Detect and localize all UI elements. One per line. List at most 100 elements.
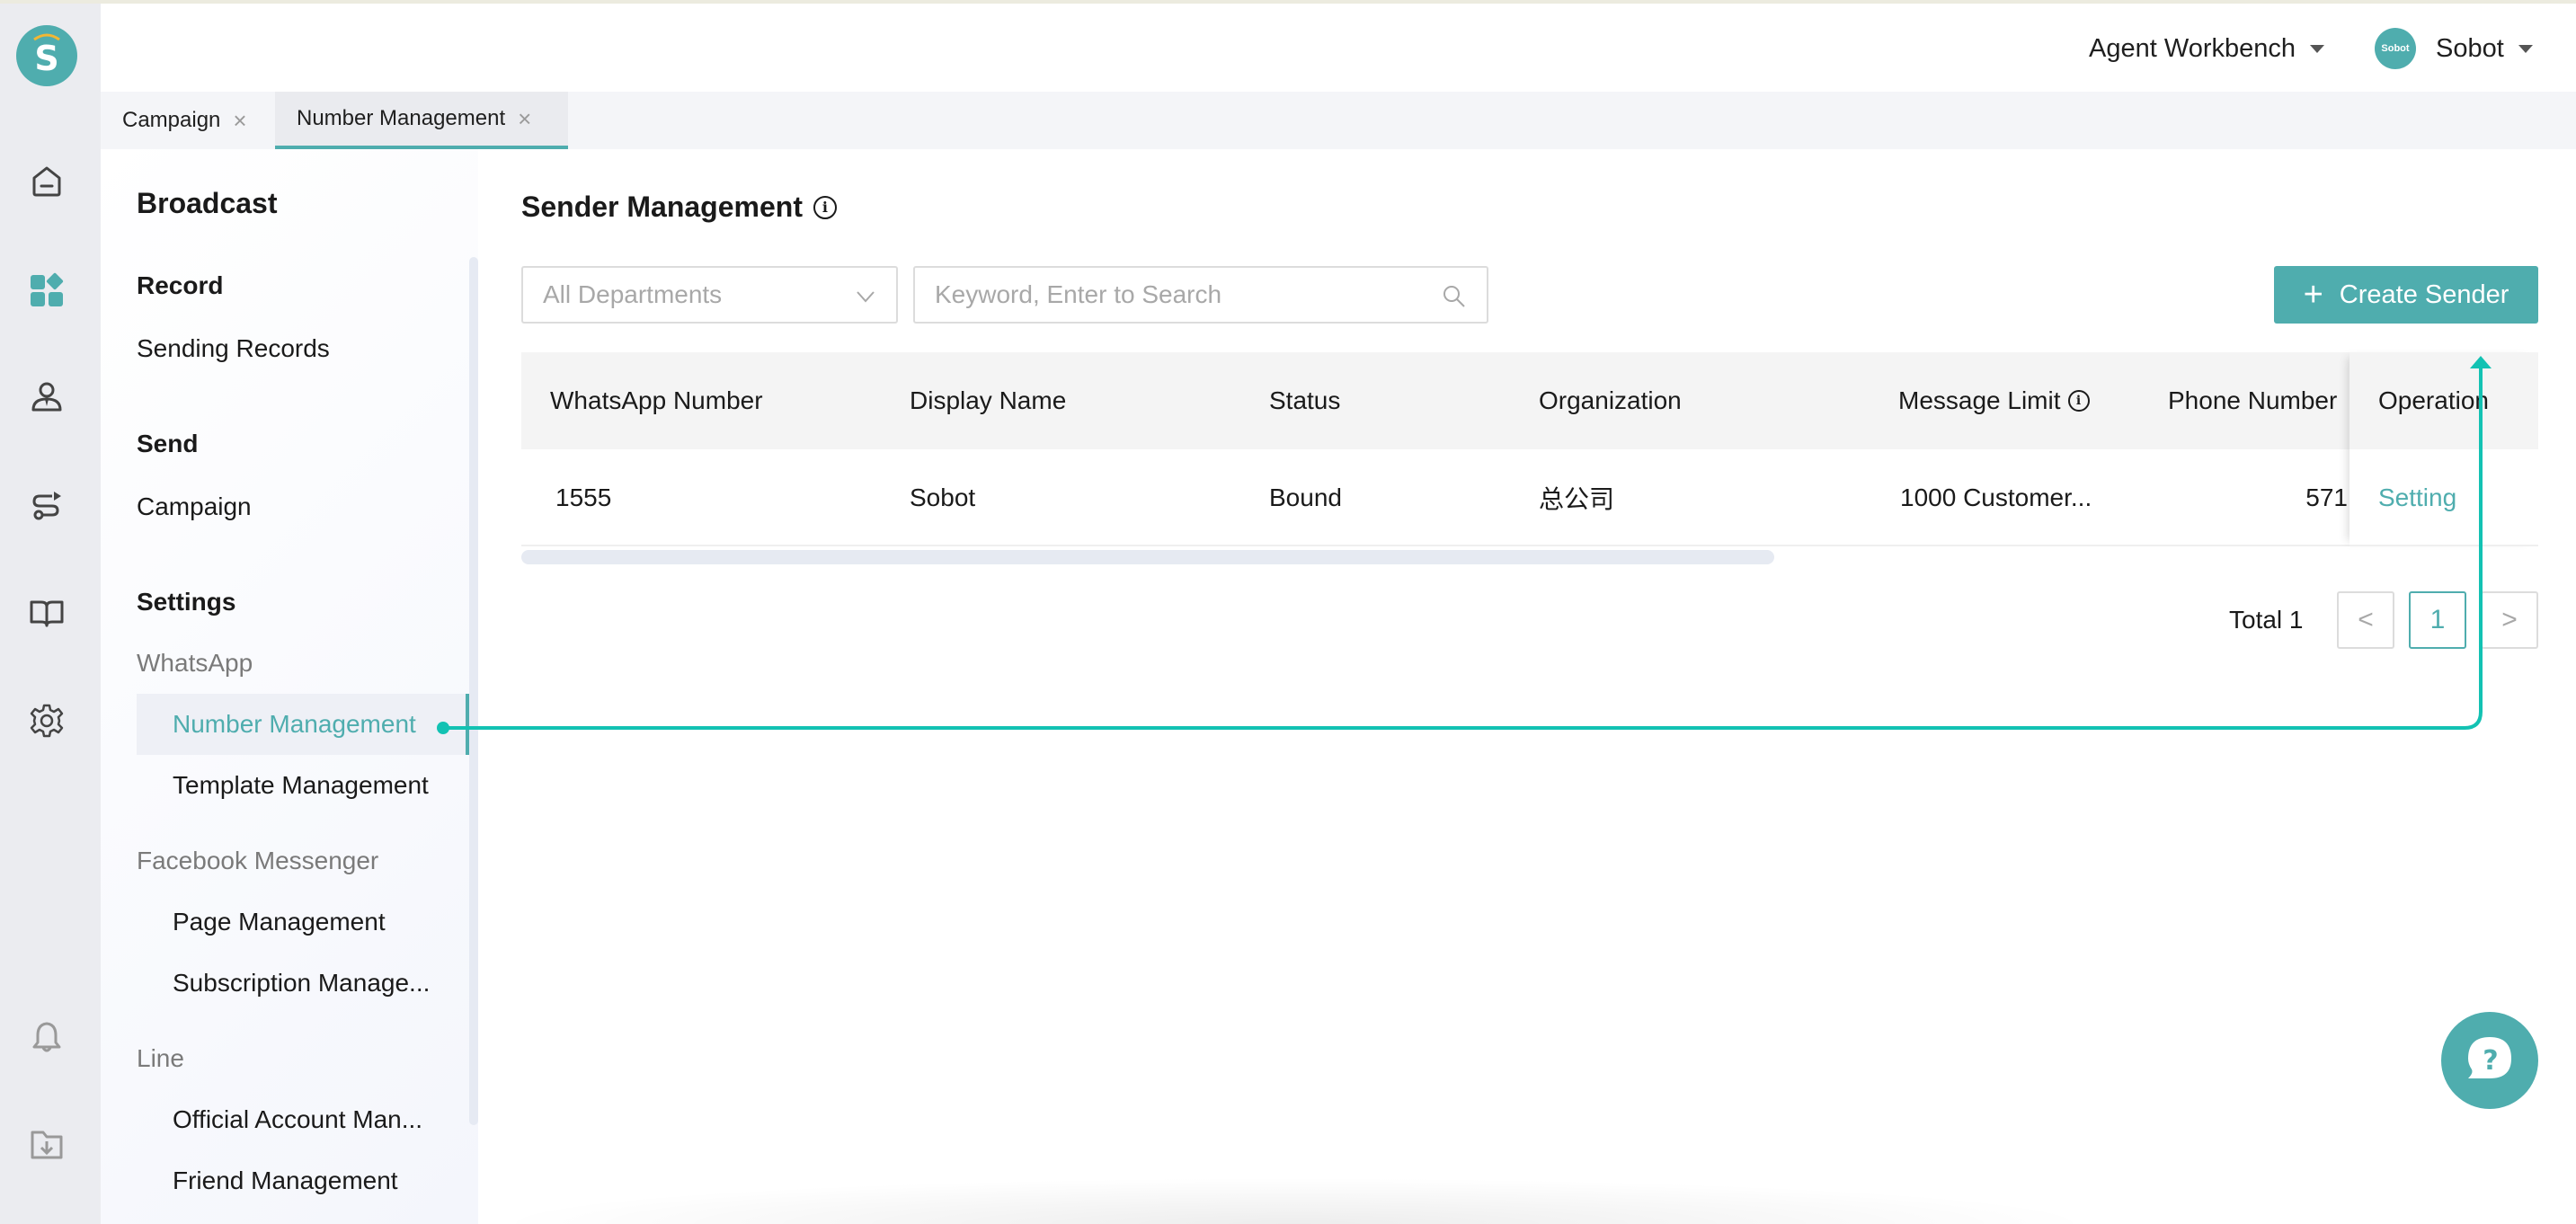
- rail-routing[interactable]: [25, 483, 68, 527]
- svg-text:?: ?: [2483, 1045, 2498, 1077]
- nav-title: Broadcast: [137, 187, 278, 219]
- avatar: Sobot: [2375, 28, 2416, 69]
- top-header: Agent Workbench Sobot Sobot: [101, 4, 2576, 92]
- tab-label: Number Management: [297, 106, 506, 130]
- nav-item-page-management[interactable]: Page Management: [137, 891, 469, 953]
- apps-icon: [31, 272, 64, 306]
- pagination-total: Total 1: [2229, 606, 2304, 634]
- department-select-value: All Departments: [543, 280, 723, 308]
- agent-icon: [31, 382, 62, 412]
- logo-icon: S: [33, 33, 60, 78]
- rail-notifications[interactable]: [25, 1016, 68, 1059]
- nav-item-template-management[interactable]: Template Management: [137, 755, 469, 816]
- nav-group-settings: Settings: [137, 588, 236, 616]
- user-name: Sobot: [2436, 33, 2504, 63]
- create-sender-button[interactable]: + Create Sender: [2274, 266, 2538, 324]
- department-select[interactable]: All Departments: [521, 266, 898, 324]
- page-tabs: Campaign × Number Management ×: [101, 92, 2576, 149]
- bottom-shadow: [485, 1177, 2103, 1224]
- rail-home[interactable]: [25, 160, 68, 203]
- column-header-organization: Organization: [1539, 386, 1682, 414]
- app-logo[interactable]: S: [16, 25, 77, 86]
- tab-number-management[interactable]: Number Management ×: [275, 92, 568, 149]
- caret-down-icon: [2518, 44, 2533, 53]
- nav-subgroup-facebook: Facebook Messenger: [137, 847, 379, 874]
- column-header-display-name: Display Name: [910, 386, 1067, 414]
- nav-subgroup-line: Line: [137, 1044, 184, 1072]
- help-chat-icon: ?: [2468, 1037, 2511, 1078]
- rail-agent[interactable]: [25, 376, 68, 419]
- sender-table: WhatsApp Number Display Name Status Orga…: [521, 352, 2538, 546]
- svg-text:S: S: [34, 39, 58, 78]
- route-icon: [32, 492, 61, 520]
- keyword-search[interactable]: [913, 266, 1488, 324]
- book-icon: [30, 600, 64, 627]
- icon-rail: S: [0, 4, 101, 1224]
- nav-item-label: Friend Management: [173, 1166, 398, 1194]
- nav-item-label: Number Management: [173, 710, 416, 738]
- pagination-prev-button[interactable]: <: [2337, 591, 2394, 649]
- nav-item-label: Template Management: [173, 771, 429, 799]
- nav-item-subscription-management[interactable]: Subscription Manage...: [137, 953, 469, 1014]
- rail-downloads[interactable]: [25, 1123, 68, 1166]
- search-input[interactable]: [935, 280, 1420, 309]
- nav-item-campaign[interactable]: Campaign: [137, 492, 252, 521]
- nav-item-friend-management[interactable]: Friend Management: [137, 1150, 469, 1211]
- rail-apps[interactable]: [25, 268, 68, 311]
- column-header-phone-number: Phone Number: [2168, 386, 2338, 414]
- nav-group-send: Send: [137, 430, 199, 457]
- table-row: 1555 Sobot Bound 总公司 1000 Customer... 57…: [521, 449, 2538, 546]
- folder-download-icon: [31, 1131, 63, 1159]
- gear-icon: [30, 704, 64, 738]
- nav-item-label: Subscription Manage...: [173, 969, 431, 997]
- rail-settings[interactable]: [25, 699, 68, 742]
- column-header-operation: Operation: [2378, 386, 2489, 414]
- page-title: Sender Management i: [521, 191, 837, 224]
- tab-campaign[interactable]: Campaign ×: [101, 92, 269, 149]
- nav-item-label: Page Management: [173, 908, 386, 936]
- column-header-label: Message Limit: [1898, 386, 2061, 414]
- rail-knowledge[interactable]: [25, 591, 68, 634]
- pagination-page-1[interactable]: 1: [2409, 591, 2466, 649]
- plus-icon: +: [2303, 276, 2323, 314]
- cell-status: Bound: [1269, 483, 1342, 511]
- setting-link[interactable]: Setting: [2378, 449, 2456, 546]
- home-icon: [32, 166, 61, 197]
- workbench-label: Agent Workbench: [2089, 33, 2296, 63]
- info-icon[interactable]: i: [2067, 390, 2090, 412]
- help-button[interactable]: ?: [2441, 1012, 2538, 1109]
- page-title-text: Sender Management: [521, 191, 803, 223]
- chevron-down-icon: [857, 291, 875, 303]
- nav-item-official-account-management[interactable]: Official Account Man...: [137, 1089, 469, 1150]
- cell-display-name: Sobot: [910, 483, 976, 511]
- close-icon[interactable]: ×: [233, 107, 246, 135]
- nav-item-number-management[interactable]: Number Management: [137, 694, 469, 755]
- caret-down-icon: [2310, 44, 2324, 53]
- cell-phone-number: 571: [2305, 483, 2348, 511]
- cell-organization: 总公司: [1539, 485, 1615, 513]
- nav-item-label: Official Account Man...: [173, 1105, 423, 1133]
- info-icon[interactable]: i: [813, 195, 837, 219]
- column-header-status: Status: [1269, 386, 1341, 414]
- cell-message-limit: 1000 Customer...: [1900, 483, 2092, 511]
- close-icon[interactable]: ×: [518, 105, 531, 133]
- broadcast-nav: Broadcast Record Sending Records Send Ca…: [101, 149, 478, 1224]
- nav-subgroup-whatsapp: WhatsApp: [137, 649, 253, 677]
- nav-item-sending-records[interactable]: Sending Records: [137, 334, 330, 363]
- column-header-message-limit: Message Limit i: [1898, 352, 2090, 449]
- user-menu[interactable]: Sobot Sobot: [2375, 28, 2533, 69]
- nav-group-record: Record: [137, 271, 224, 299]
- tab-label: Campaign: [122, 108, 221, 132]
- create-sender-label: Create Sender: [2339, 279, 2509, 309]
- workbench-dropdown[interactable]: Agent Workbench: [2089, 31, 2324, 67]
- table-header: WhatsApp Number Display Name Status Orga…: [521, 352, 2538, 449]
- table-horizontal-scrollbar[interactable]: [521, 550, 1774, 564]
- column-header-whatsapp-number: WhatsApp Number: [550, 386, 763, 414]
- search-icon[interactable]: [1442, 284, 1467, 309]
- nav-scrollbar[interactable]: [469, 257, 478, 1125]
- operation-column: Operation Setting: [2349, 352, 2538, 546]
- cell-whatsapp-number: 1555: [555, 483, 612, 511]
- bell-icon: [32, 1022, 61, 1052]
- pagination-next-button[interactable]: >: [2481, 591, 2538, 649]
- main-content: Sender Management i All Departments + Cr…: [478, 149, 2576, 1224]
